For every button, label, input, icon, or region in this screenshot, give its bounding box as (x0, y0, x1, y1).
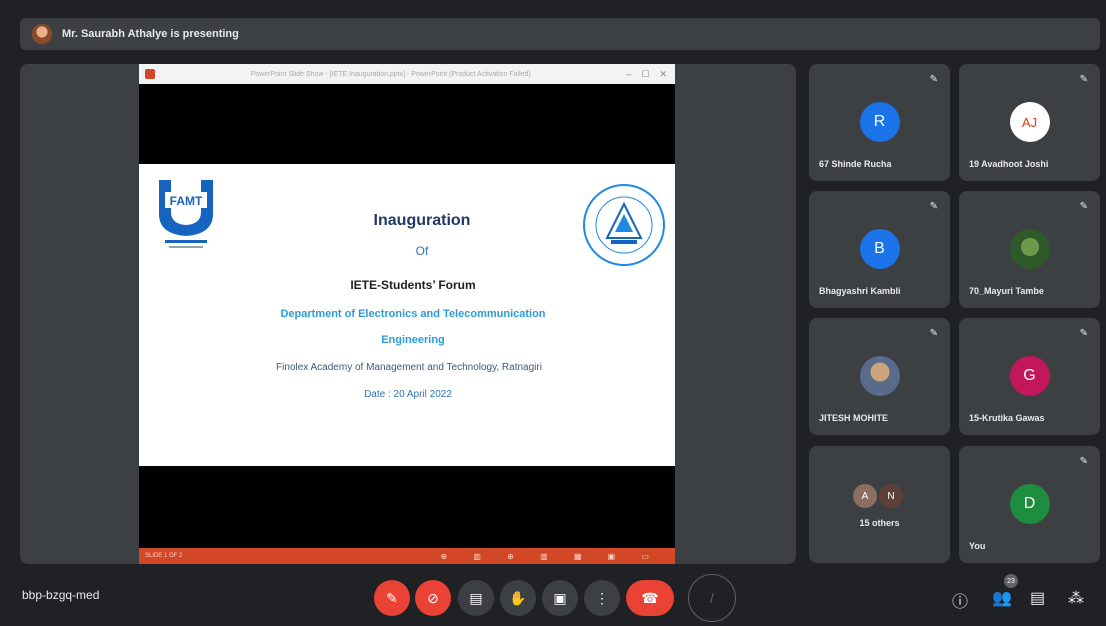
mic-off-icon: ✎ (929, 74, 938, 85)
more-options-button[interactable]: ⋮ (584, 580, 620, 616)
participant-tile[interactable]: ✎ B Bhagyashri Kambli (809, 191, 950, 308)
avatar: A (853, 484, 877, 508)
slide-forum: IETE-Students’ Forum (350, 278, 476, 292)
slide-department-2: Engineering (381, 334, 445, 346)
pen-icon: / (710, 590, 714, 606)
participant-tile[interactable]: ✎ 70_Mayuri Tambe (959, 191, 1100, 308)
avatar (859, 356, 900, 396)
participant-tile[interactable]: ✎ AJ 19 Avadhoot Joshi (959, 64, 1100, 181)
mic-off-icon: ✎ (386, 589, 398, 606)
participant-tile[interactable]: ✎ R 67 Shinde Rucha (809, 64, 950, 181)
slide-academy: Finolex Academy of Management and Techno… (276, 362, 542, 373)
participant-name: 67 Shinde Rucha (819, 159, 892, 169)
ppt-titlebar: PowerPoint Slide Show - [IETE Inaugurati… (139, 64, 675, 84)
info-icon: ⓘ (952, 594, 969, 611)
meeting-details-button[interactable]: ⓘ (952, 588, 968, 612)
presenting-text: Mr. Saurabh Athalye is presenting (62, 28, 239, 40)
maximize-icon: ☐ (641, 68, 650, 79)
close-icon: ✕ (659, 68, 667, 79)
mic-off-icon: ✎ (1079, 456, 1088, 467)
slide: FAMT Inauguration Of IETE-Students’ Foru… (139, 164, 675, 466)
presenting-banner: Mr. Saurabh Athalye is presenting (20, 18, 1100, 50)
powerpoint-icon (145, 69, 155, 79)
mic-off-icon: ✎ (929, 201, 938, 212)
slide-date: Date : 20 April 2022 (364, 389, 452, 400)
slide-title: Inauguration (373, 212, 471, 229)
hang-up-icon: ☎ (641, 589, 659, 606)
mic-off-icon: ✎ (1079, 74, 1088, 85)
chat-icon: ▤ (1030, 590, 1046, 607)
avatar: AJ (1009, 102, 1050, 142)
view-icons[interactable]: ⊕ ▥ ⊕ ▥ ▦ ▣ ▭ (440, 552, 661, 561)
participant-name: JITESH MOHITE (819, 413, 889, 423)
participant-name: You (969, 541, 986, 551)
self-tile[interactable]: ✎ D You (959, 446, 1100, 563)
shared-screen: PowerPoint Slide Show - [IETE Inaugurati… (139, 64, 675, 564)
people-icon: 👥 (992, 590, 1012, 607)
extra-control-button[interactable]: / (688, 574, 736, 622)
leave-call-button[interactable]: ☎ (626, 580, 674, 616)
participant-name: 15-Krutika Gawas (969, 413, 1045, 423)
mic-toggle-button[interactable]: ✎ (374, 580, 410, 616)
participant-name: Bhagyashri Kambli (819, 286, 901, 296)
captions-button[interactable]: ▤ (458, 580, 494, 616)
activities-icon: ⁂ (1068, 590, 1084, 607)
meeting-code: bbp-bzgq-med (22, 588, 100, 602)
ppt-statusbar: SLIDE 1 OF 2 ⊕ ▥ ⊕ ▥ ▦ ▣ ▭ (139, 548, 675, 564)
more-vert-icon: ⋮ (595, 589, 609, 606)
avatar: D (1009, 484, 1050, 524)
others-tile[interactable]: A N 15 others (809, 446, 950, 563)
others-label: 15 others (859, 518, 900, 528)
avatar (1009, 229, 1050, 269)
slide-of: Of (415, 244, 429, 258)
minimize-icon: – (626, 68, 632, 79)
chat-button[interactable]: ▤ (1030, 588, 1045, 608)
participant-name: 19 Avadhoot Joshi (969, 159, 1049, 169)
bottom-toolbar: bbp-bzgq-med ✎ ⊘ ▤ ✋ ▣ ⋮ ☎ / ⓘ 👥 23 ▤ ⁂ (0, 572, 1106, 626)
present-icon: ▣ (553, 589, 567, 606)
participant-count-badge: 23 (1004, 574, 1018, 588)
participant-name: 70_Mayuri Tambe (969, 286, 1044, 296)
slide-department: Department of Electronics and Telecommun… (280, 308, 546, 320)
participant-tile[interactable]: ✎ G 15-Krutika Gawas (959, 318, 1100, 435)
avatar: B (859, 229, 900, 269)
activities-button[interactable]: ⁂ (1068, 588, 1084, 608)
avatar: R (859, 102, 900, 142)
famt-logo-text: FAMT (170, 194, 203, 208)
avatar: G (1009, 356, 1050, 396)
slide-counter: SLIDE 1 OF 2 (145, 553, 183, 559)
camera-off-icon: ⊘ (427, 589, 439, 606)
avatar: N (879, 484, 903, 508)
mic-off-icon: ✎ (1079, 201, 1088, 212)
participant-tile[interactable]: ✎ JITESH MOHITE (809, 318, 950, 435)
raise-hand-button[interactable]: ✋ (500, 580, 536, 616)
mic-off-icon: ✎ (1079, 328, 1088, 339)
presenter-avatar (32, 24, 52, 44)
people-button[interactable]: 👥 (992, 588, 1012, 608)
mic-off-icon: ✎ (929, 328, 938, 339)
hand-icon: ✋ (509, 589, 527, 606)
present-button[interactable]: ▣ (542, 580, 578, 616)
camera-toggle-button[interactable]: ⊘ (415, 580, 451, 616)
captions-icon: ▤ (469, 589, 483, 606)
ppt-window-title: PowerPoint Slide Show - [IETE Inaugurati… (250, 70, 531, 78)
